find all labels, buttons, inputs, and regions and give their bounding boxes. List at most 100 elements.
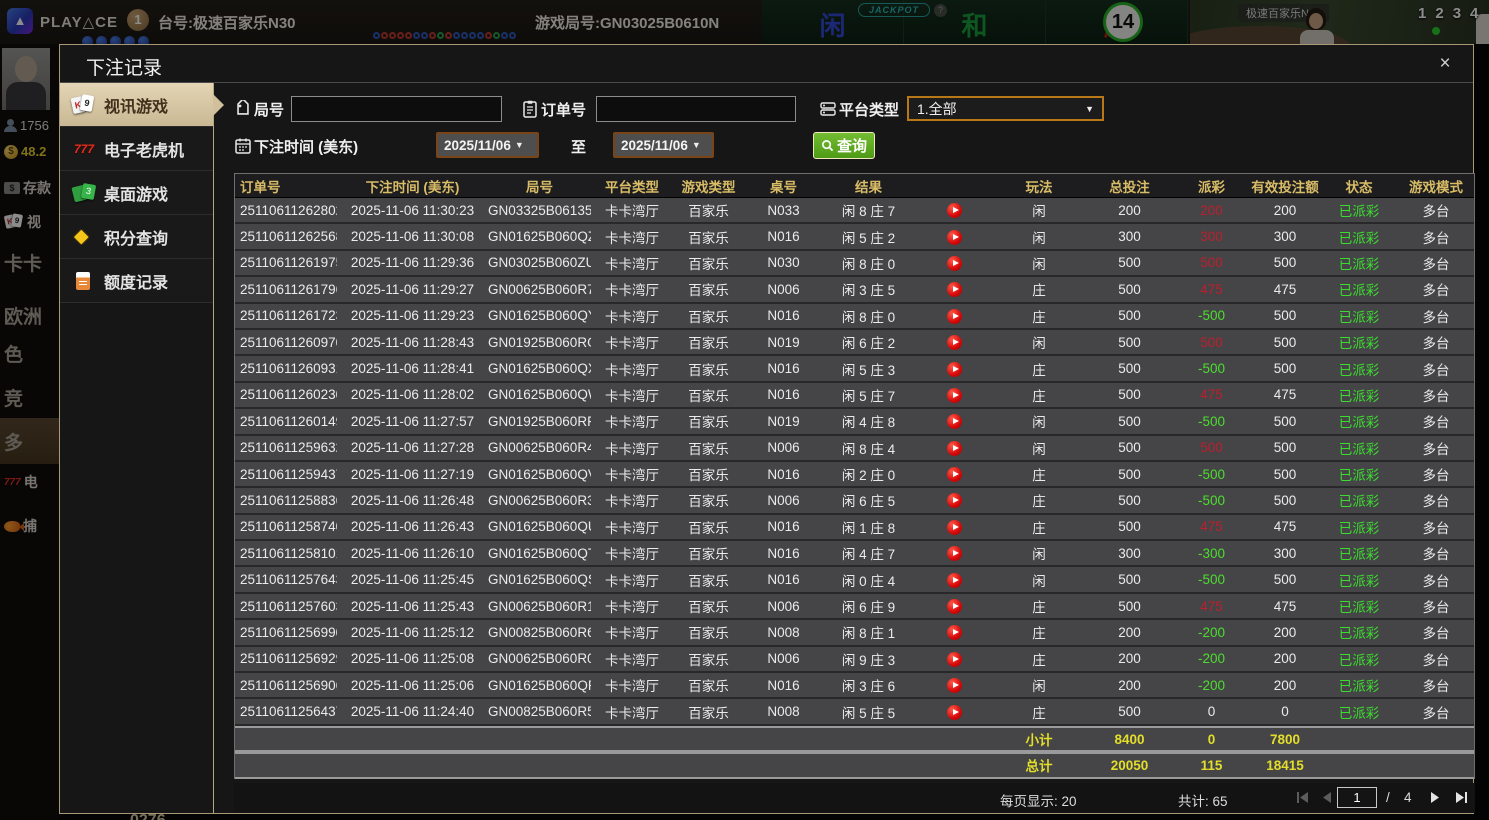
cell-side: 闲 (1032, 573, 1046, 589)
close-icon[interactable]: × (1433, 52, 1457, 76)
cell-order: 251106112569902 (240, 624, 337, 640)
chevron-down-icon: ▼ (691, 140, 701, 150)
cell-play (914, 651, 994, 667)
replay-icon[interactable] (946, 229, 962, 245)
platform-select[interactable]: 1.全部 ▼ (907, 96, 1104, 121)
replay-icon[interactable] (946, 387, 962, 403)
cell-status: 已派彩 (1338, 256, 1380, 272)
table-row: 251106112588368 2025-11-06 11:26:48 GN0062… (235, 488, 1474, 515)
cell-round: GN01925B060RG (488, 334, 591, 350)
cell-play (914, 308, 994, 324)
cell-round: 局号 (526, 179, 553, 195)
tab-quota-record[interactable]: 额度记录 (60, 259, 213, 303)
replay-icon[interactable] (946, 704, 962, 720)
cell-mode: 多台 (1422, 336, 1450, 352)
cell-result: 闲 8 庄 4 (841, 441, 896, 457)
cell-game: 百家乐 (688, 468, 729, 484)
page-input[interactable] (1337, 787, 1377, 808)
replay-icon[interactable] (946, 519, 962, 535)
cell-game: 百家乐 (688, 626, 729, 642)
cell-time: 2025-11-06 11:26:48 (350, 492, 475, 508)
cell-status: 已派彩 (1338, 230, 1380, 246)
replay-icon[interactable] (946, 308, 962, 324)
cell-platform: 卡卡湾厅 (605, 388, 659, 404)
table-row: 251106112569902 2025-11-06 11:25:12 GN0082… (235, 620, 1474, 647)
replay-icon[interactable] (946, 651, 962, 667)
cell-table: N019 (767, 413, 800, 429)
tab-video-games[interactable]: 视讯游戏 (60, 83, 224, 127)
cell-table: N006 (767, 440, 800, 456)
cell-platform: 卡卡湾厅 (605, 679, 659, 695)
replay-icon[interactable] (946, 282, 962, 298)
replay-icon[interactable] (946, 414, 962, 430)
cell-play (914, 334, 994, 351)
first-page-icon[interactable] (1296, 791, 1310, 804)
cell-time: 2025-11-06 11:29:36 (350, 255, 475, 271)
cell-round: GN00825B060R6 (488, 624, 591, 640)
cell-result: 闲 3 庄 6 (841, 679, 896, 695)
next-page-icon[interactable] (1428, 791, 1442, 804)
prev-page-icon[interactable] (1320, 791, 1334, 804)
modal-content: 局号 订单号 平台类型 1.全部 ▼ 下注时间 (美东) 2025/11/06 … (234, 83, 1475, 813)
date-from-select[interactable]: 2025/11/06 ▼ (436, 132, 539, 158)
cell-bet: 500 (1118, 255, 1141, 271)
replay-icon[interactable] (946, 361, 962, 377)
search-button[interactable]: 查询 (813, 132, 875, 159)
cell-payout: -500 (1197, 361, 1226, 377)
replay-icon[interactable] (946, 493, 962, 509)
cell-payout: 115 (1200, 757, 1223, 773)
cell-valid: 0 (1281, 704, 1289, 720)
video-cards-icon (72, 94, 96, 116)
replay-icon[interactable] (946, 546, 962, 562)
cell-bet: 500 (1118, 519, 1141, 535)
cell-status: 已派彩 (1338, 309, 1380, 325)
platform-filter-label: 平台类型 (839, 102, 900, 119)
replay-icon[interactable] (946, 572, 962, 588)
round-input[interactable] (291, 96, 502, 122)
replay-icon[interactable] (946, 335, 962, 351)
cell-time: 2025-11-06 11:25:45 (350, 572, 475, 588)
cell-table: N016 (767, 677, 800, 693)
cell-mode: 多台 (1422, 652, 1450, 668)
cell-side: 闲 (1032, 441, 1046, 457)
cell-round: GN00625B060R0 (488, 651, 591, 667)
to-label: 至 (571, 139, 587, 156)
replay-icon[interactable] (946, 599, 962, 615)
replay-icon[interactable] (946, 678, 962, 694)
replay-icon[interactable] (946, 255, 962, 271)
cell-payout: -500 (1197, 466, 1226, 482)
cell-order: 251106112587400 (240, 519, 337, 535)
tab-points-query[interactable]: 积分查询 (60, 215, 213, 259)
cell-play (914, 704, 994, 720)
cell-game: 百家乐 (688, 415, 729, 431)
tab-slots[interactable]: 电子老虎机 (60, 127, 213, 171)
cell-time: 2025-11-06 11:28:02 (350, 387, 475, 403)
cell-result: 闲 0 庄 4 (841, 573, 896, 589)
cell-payout: 475 (1200, 598, 1223, 614)
replay-icon[interactable] (946, 467, 962, 483)
cell-game: 百家乐 (688, 309, 729, 325)
last-page-icon[interactable] (1454, 791, 1468, 804)
date-to-select[interactable]: 2025/11/06 ▼ (613, 132, 714, 158)
cell-table: N006 (767, 492, 800, 508)
cell-order: 订单号 (240, 179, 281, 195)
cell-valid: 500 (1273, 440, 1297, 456)
cell-valid: 475 (1273, 598, 1297, 614)
tab-table-games[interactable]: 桌面游戏 (60, 171, 213, 215)
replay-icon[interactable] (946, 203, 962, 219)
order-input[interactable] (596, 96, 796, 122)
cell-bet: 8400 (1114, 731, 1145, 747)
cell-platform: 卡卡湾厅 (605, 705, 659, 721)
cell-side: 庄 (1032, 494, 1046, 510)
cell-platform: 平台类型 (605, 179, 659, 195)
cell-mode: 多台 (1422, 547, 1450, 563)
cell-side: 庄 (1032, 468, 1046, 484)
replay-icon[interactable] (946, 625, 962, 641)
cell-mode: 多台 (1422, 415, 1450, 431)
cell-order: 251106112609318 (240, 361, 337, 377)
cell-time: 2025-11-06 11:25:08 (350, 651, 475, 667)
cell-valid: 475 (1273, 281, 1297, 297)
replay-icon[interactable] (946, 440, 962, 456)
cell-side: 庄 (1032, 362, 1046, 378)
cell-result: 闲 3 庄 5 (841, 283, 896, 299)
